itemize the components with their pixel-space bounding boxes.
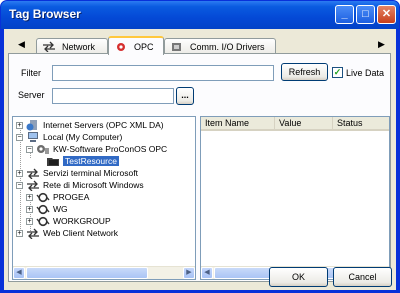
scroll-thumb[interactable] (26, 267, 148, 279)
close-button[interactable]: ✕ (377, 5, 396, 24)
tab-opc[interactable]: OPC (108, 36, 164, 55)
tree-expander[interactable]: − (16, 181, 23, 189)
scroll-left-icon[interactable]: ◀ (201, 267, 213, 279)
tree-expander[interactable]: + (16, 121, 23, 129)
workgroup-icon (36, 204, 50, 215)
server-input[interactable] (52, 88, 174, 104)
folder-icon (46, 156, 60, 167)
network-icon (26, 168, 40, 179)
refresh-button[interactable]: Refresh (281, 63, 328, 81)
tree-expander[interactable]: − (26, 145, 33, 153)
tree-expander[interactable]: + (26, 193, 33, 201)
network-arrows-icon (42, 41, 56, 53)
workgroup-icon (36, 192, 50, 203)
dialog-client-area: ◀ ▶ Network OPC Comm. I/O Drivers Filter… (4, 29, 396, 290)
live-data-label: Live Data (346, 68, 385, 78)
scroll-left-icon[interactable]: ◀ (13, 267, 25, 279)
tree-expander[interactable]: − (16, 133, 23, 141)
filter-input[interactable] (52, 65, 274, 81)
server-label: Server (18, 90, 45, 100)
items-list[interactable]: Item Name Value Status ◀ ▶ (200, 116, 390, 280)
ok-button[interactable]: OK (269, 267, 328, 287)
tree-expander[interactable]: + (26, 217, 33, 225)
tree-item-testresource[interactable]: TestResource (46, 155, 119, 167)
tree-item-label: TestResource (63, 156, 119, 166)
tree-item-local[interactable]: − Local (My Computer) (16, 131, 122, 143)
tree-item-kw-software[interactable]: − KW-Software ProConOS OPC (26, 143, 167, 155)
tree-item-internet-servers[interactable]: + Internet Servers (OPC XML DA) (16, 119, 164, 131)
tab-network-label: Network (62, 41, 96, 52)
minimize-button[interactable]: _ (335, 5, 354, 24)
cancel-button[interactable]: Cancel (333, 267, 392, 287)
tree-item-servizi-terminal[interactable]: + Servizi terminal Microsoft (16, 167, 138, 179)
tree-item-label: Servizi terminal Microsoft (43, 168, 138, 178)
tab-comm-io-drivers-label: Comm. I/O Drivers (190, 41, 265, 52)
column-header-value[interactable]: Value (275, 117, 333, 131)
maximize-button[interactable]: □ (356, 5, 375, 24)
tree-item-label: WG (53, 204, 68, 214)
tree-item-progea[interactable]: + PROGEA (26, 191, 89, 203)
tree-item-label: Rete di Microsoft Windows (43, 180, 144, 190)
network-icon (26, 228, 40, 239)
tree-item-web-client[interactable]: + Web Client Network (16, 227, 118, 239)
tree-item-label: KW-Software ProConOS OPC (53, 144, 168, 154)
tag-browser-window: Tag Browser _ □ ✕ ◀ ▶ Network OPC Comm. … (0, 0, 400, 293)
column-header-item-name[interactable]: Item Name (201, 117, 275, 131)
window-title: Tag Browser (9, 7, 81, 21)
live-data-checkbox[interactable]: ✓ (332, 67, 343, 78)
workgroup-icon (36, 216, 50, 227)
opc-server-icon (36, 144, 50, 155)
driver-icon (170, 41, 184, 52)
tree-expander[interactable]: + (16, 169, 23, 177)
tab-comm-io-drivers[interactable]: Comm. I/O Drivers (164, 38, 276, 54)
title-bar[interactable]: Tag Browser _ □ ✕ (1, 1, 399, 29)
tree-expander[interactable]: + (16, 229, 23, 237)
tab-strip: Network OPC Comm. I/O Drivers (4, 35, 396, 55)
globe-server-icon (26, 119, 40, 131)
server-browse-button[interactable]: ... (176, 87, 194, 105)
tree-item-label: WORKGROUP (53, 216, 111, 226)
tree-item-workgroup[interactable]: + WORKGROUP (26, 215, 111, 227)
scroll-right-icon[interactable]: ▶ (183, 267, 195, 279)
tree-expander[interactable]: + (26, 205, 33, 213)
column-header-status[interactable]: Status (333, 117, 389, 131)
tree-item-wg[interactable]: + WG (26, 203, 68, 215)
tree-item-rete-microsoft[interactable]: − Rete di Microsoft Windows (16, 179, 144, 191)
computer-icon (26, 131, 40, 143)
tree-item-label: Local (My Computer) (43, 132, 123, 142)
opc-tab-panel: Filter Refresh ✓ Live Data Server ... + … (8, 53, 391, 282)
network-icon (26, 180, 40, 191)
opc-icon (114, 41, 128, 52)
server-tree[interactable]: + Internet Servers (OPC XML DA) − Local … (12, 116, 196, 280)
tree-item-label: Web Client Network (43, 228, 118, 238)
filter-label: Filter (21, 68, 41, 78)
tab-opc-label: OPC (134, 41, 154, 52)
tree-item-label: PROGEA (53, 192, 90, 202)
tab-network[interactable]: Network (36, 38, 108, 54)
tree-item-label: Internet Servers (OPC XML DA) (43, 120, 164, 130)
tree-horizontal-scrollbar[interactable]: ◀ ▶ (13, 266, 195, 279)
